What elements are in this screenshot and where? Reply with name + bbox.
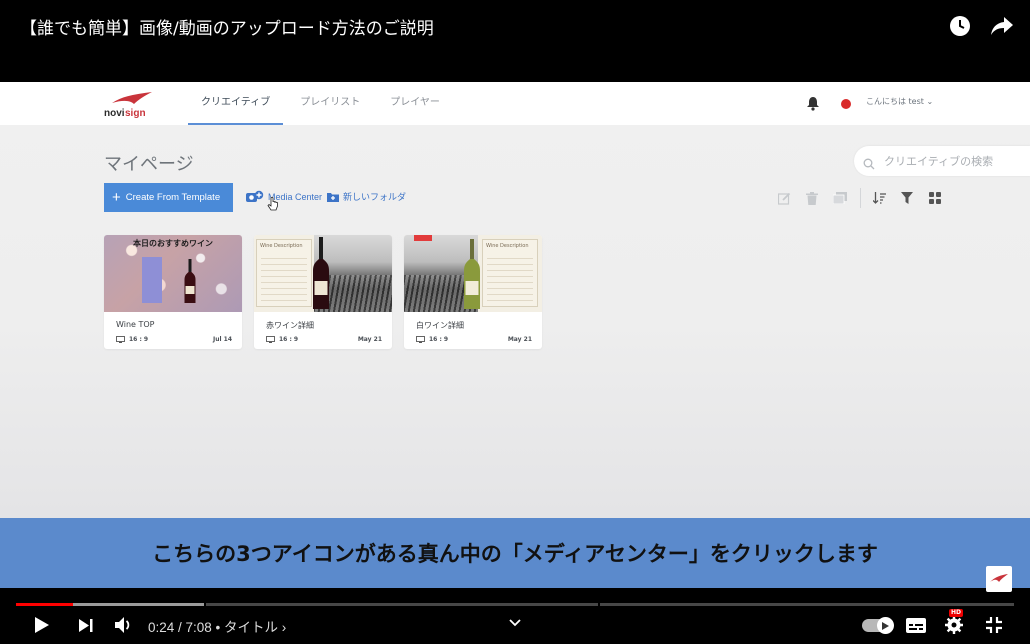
share-icon[interactable] xyxy=(990,14,1014,38)
channel-watermark[interactable] xyxy=(986,566,1012,592)
thumbnail-caption: Wine Description xyxy=(486,243,529,249)
card-resolution: 16 : 9 xyxy=(129,336,149,343)
folder-plus-icon xyxy=(327,192,339,202)
card-date: Jul 14 xyxy=(213,336,232,343)
monitor-icon xyxy=(416,336,425,343)
time-display[interactable]: 0:24 / 7:08 • タイトル › xyxy=(148,616,286,636)
svg-text:sign: sign xyxy=(125,108,146,118)
subtitle-text: こちらの3つアイコンがある真ん中の「メディアセンター」をクリックします xyxy=(152,542,878,566)
settings-icon[interactable]: HD xyxy=(940,609,968,638)
player-controls: 0:24 / 7:08 • タイトル › HD xyxy=(0,608,1030,644)
card-title: Wine TOP xyxy=(116,320,155,329)
creative-card[interactable]: Wine Description 赤ワイン詳細 16 : 9 May 21 xyxy=(254,235,392,349)
autoplay-toggle-icon[interactable] xyxy=(862,617,894,634)
search-icon xyxy=(863,155,875,170)
next-icon[interactable] xyxy=(72,612,100,638)
app-screen: novi sign クリエイティブ プレイリスト プレイヤー こんにちは tes… xyxy=(0,82,1030,518)
card-thumbnail: 本日のおすすめワイン xyxy=(104,235,242,312)
progress-bar[interactable] xyxy=(16,603,1014,606)
toolbar-divider xyxy=(860,188,861,208)
autoplay-knob xyxy=(877,617,894,634)
wine-bottle-icon xyxy=(313,237,329,309)
monitor-icon xyxy=(116,336,125,343)
card-thumbnail: Wine Description xyxy=(404,235,542,312)
card-meta: 16 : 9 May 21 xyxy=(254,336,392,343)
creative-card[interactable]: Wine Description 白ワイン詳細 16 : 9 May 21 xyxy=(404,235,542,349)
card-resolution: 16 : 9 xyxy=(279,336,299,343)
bell-icon[interactable] xyxy=(806,96,820,111)
chapter-marker xyxy=(204,603,206,606)
card-date: May 21 xyxy=(357,336,382,343)
thumbnail-caption: 本日のおすすめワイン xyxy=(133,239,213,248)
tab-playlist[interactable]: プレイリスト xyxy=(287,82,373,125)
chapter-marker xyxy=(598,603,600,606)
main-nav: クリエイティブ プレイリスト プレイヤー xyxy=(188,82,453,125)
monitor-icon xyxy=(266,336,275,343)
trash-icon[interactable] xyxy=(804,190,820,206)
card-resolution: 16 : 9 xyxy=(429,336,449,343)
creative-grid: 本日のおすすめワイン Wine TOP 16 : 9 Jul 14 Wine D… xyxy=(104,235,542,349)
creative-toolbar xyxy=(776,188,955,208)
status-dot xyxy=(841,99,851,109)
card-date: May 21 xyxy=(507,336,532,343)
app-header: novi sign クリエイティブ プレイリスト プレイヤー こんにちは tes… xyxy=(0,82,1030,125)
hd-badge: HD xyxy=(949,609,964,617)
captions-icon[interactable] xyxy=(902,612,930,638)
plus-icon: + xyxy=(112,189,121,206)
chevron-down-icon[interactable] xyxy=(509,612,521,631)
subtitle-bar: こちらの3つアイコンがある真ん中の「メディアセンター」をクリックします xyxy=(0,518,1030,588)
new-folder-label: 新しいフォルダ xyxy=(343,193,407,203)
novisign-logo[interactable]: novi sign xyxy=(104,92,160,119)
volume-icon[interactable] xyxy=(110,612,138,638)
search-box xyxy=(854,146,1030,176)
top-badge xyxy=(414,235,432,241)
grid-icon[interactable] xyxy=(927,190,943,206)
card-title: 白ワイン詳細 xyxy=(416,321,464,330)
card-meta: 16 : 9 May 21 xyxy=(404,336,542,343)
new-folder-link[interactable]: 新しいフォルダ xyxy=(327,190,406,203)
video-title[interactable]: 【誰でも簡単】画像/動画のアップロード方法のご説明 xyxy=(20,14,434,39)
description-panel: Wine Description xyxy=(256,239,312,307)
create-from-template-button[interactable]: + Create From Template xyxy=(104,183,233,212)
user-menu[interactable]: こんにちは test ⌄ xyxy=(866,96,933,107)
creative-card[interactable]: 本日のおすすめワイン Wine TOP 16 : 9 Jul 14 xyxy=(104,235,242,349)
played-fill xyxy=(16,603,73,606)
mouse-cursor-icon xyxy=(267,196,279,216)
exit-fullscreen-icon[interactable] xyxy=(980,612,1008,638)
media-icon xyxy=(246,190,264,202)
wine-bottle-icon xyxy=(184,259,196,303)
thumbnail-caption: Wine Description xyxy=(260,243,303,249)
thumbnail-panel xyxy=(142,257,162,303)
media-center-link[interactable]: Media Center xyxy=(246,190,322,204)
copy-icon[interactable] xyxy=(832,190,848,206)
play-icon[interactable] xyxy=(28,612,56,638)
top-actions xyxy=(948,14,1014,38)
search-input[interactable] xyxy=(884,152,1030,170)
card-title: 赤ワイン詳細 xyxy=(266,321,314,330)
card-thumbnail: Wine Description xyxy=(254,235,392,312)
sort-icon[interactable] xyxy=(871,190,887,206)
page-title: マイページ xyxy=(104,154,194,175)
edit-icon[interactable] xyxy=(776,190,792,206)
tab-creative[interactable]: クリエイティブ xyxy=(188,82,284,125)
wine-bottle-icon xyxy=(464,239,480,309)
tab-player[interactable]: プレイヤー xyxy=(377,82,453,125)
create-button-label: Create From Template xyxy=(125,192,221,203)
clock-icon[interactable] xyxy=(948,14,972,38)
filter-icon[interactable] xyxy=(899,190,915,206)
svg-text:novi: novi xyxy=(104,108,125,118)
description-panel: Wine Description xyxy=(482,239,538,307)
card-meta: 16 : 9 Jul 14 xyxy=(104,336,242,343)
